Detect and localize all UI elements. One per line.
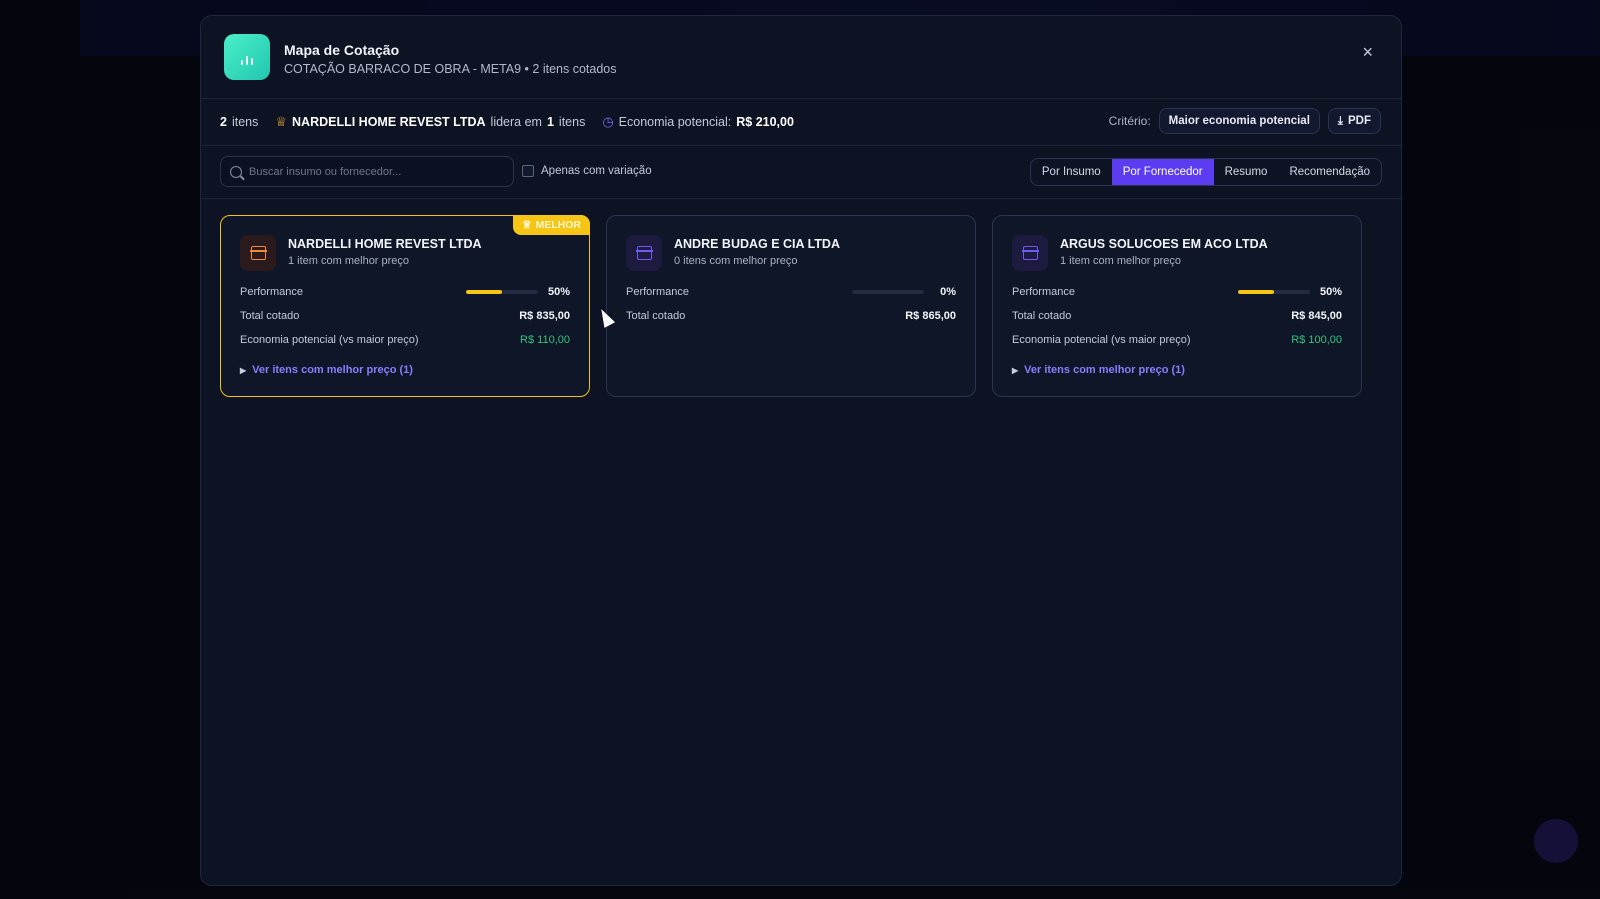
only-variation-label: Apenas com variação [541,165,652,177]
trophy-icon: ♕ [522,219,532,231]
modal-subtitle: COTAÇÃO BARRACO DE OBRA - META9 • 2 iten… [284,62,617,76]
only-variation-filter[interactable]: Apenas com variação [522,165,652,177]
performance-value: 50% [548,286,571,298]
best-badge: ♕ MELHOR [513,215,590,235]
best-items-link-label: Ver itens com melhor preço (1) [1024,364,1185,376]
economy-label: Economia potencial (vs maior preço) [240,334,419,346]
items-label: itens [231,115,259,129]
total-row: Total cotado R$ 835,00 [240,310,570,322]
supplier-name: NARDELLI HOME REVEST LTDA [288,237,482,251]
leads-in-label: lidera em [490,115,542,129]
toolbar: Apenas com variação Por Insumo Por Forne… [201,146,1401,199]
leads-items-label: itens [558,115,586,129]
total-label: Total cotado [1012,310,1072,322]
close-button[interactable]: × [1362,42,1373,63]
tab-resumo[interactable]: Resumo [1214,159,1279,185]
criteria-label: Critério: [1108,114,1151,128]
tab-por-insumo[interactable]: Por Insumo [1031,159,1112,185]
download-icon: ⤓ [1337,114,1343,127]
performance-row: Performance 50% [240,286,570,298]
total-value: R$ 845,00 [1291,310,1342,322]
modal-header: Mapa de Cotação COTAÇÃO BARRACO DE OBRA … [201,16,1401,99]
supplier-card: ANDRE BUDAG E CIA LTDA 0 itens com melho… [606,215,976,397]
supplier-subtitle: 1 item com melhor preço [1060,255,1182,267]
caret-right-icon: ▶ [240,365,247,375]
supplier-name: ANDRE BUDAG E CIA LTDA [674,237,840,251]
total-value: R$ 835,00 [519,310,570,322]
clock-icon: ◷ [602,114,614,129]
supplier-subtitle: 0 itens com melhor preço [674,255,798,267]
caret-right-icon: ▶ [1012,365,1019,375]
criteria-select[interactable]: Maior economia potencial [1158,108,1320,134]
pdf-label: PDF [1348,115,1371,127]
leads-count: 1 [546,115,554,129]
best-items-link-label: Ver itens com melhor preço (1) [252,364,413,376]
performance-label: Performance [1012,286,1075,298]
chart-icon [224,34,270,80]
supplier-card: ARGUS SOLUCOES EM ACO LTDA 1 item com me… [992,215,1362,397]
search-icon [230,165,242,178]
search-input[interactable] [249,165,499,178]
supplier-name: ARGUS SOLUCOES EM ACO LTDA [1060,237,1268,251]
stats-bar: 2 itens ♕ NARDELLI HOME REVEST LTDA lide… [201,99,1401,146]
performance-label: Performance [240,286,303,298]
total-label: Total cotado [626,310,686,322]
performance-value: 50% [1320,286,1343,298]
store-icon [626,235,662,271]
total-row: Total cotado R$ 865,00 [626,310,956,322]
leader-name: NARDELLI HOME REVEST LTDA [292,115,486,129]
total-label: Total cotado [240,310,300,322]
supplier-card: ♕ MELHOR NARDELLI HOME REVEST LTDA 1 ite… [220,215,590,397]
modal-title: Mapa de Cotação [284,42,400,58]
best-items-toggle[interactable]: ▶ Ver itens com melhor preço (1) [1012,364,1185,376]
pdf-button[interactable]: ⤓ PDF [1327,108,1381,134]
performance-row: Performance 50% [1012,286,1342,298]
supplier-subtitle: 1 item com melhor preço [288,255,410,267]
performance-bar [852,290,924,294]
performance-value: 0% [940,286,956,298]
economy-label: Economia potencial: [618,115,732,129]
best-badge-label: MELHOR [535,219,582,231]
performance-row: Performance 0% [626,286,956,298]
total-value: R$ 865,00 [905,310,956,322]
tab-por-fornecedor[interactable]: Por Fornecedor [1111,159,1214,185]
economy-row: Economia potencial (vs maior preço) R$ 1… [240,334,570,346]
store-icon [1012,235,1048,271]
performance-bar [1238,290,1310,294]
economy-value: R$ 210,00 [736,115,794,129]
trophy-icon: ♕ [275,114,288,129]
quotation-map-modal: Mapa de Cotação COTAÇÃO BARRACO DE OBRA … [200,15,1402,886]
economy-value: R$ 110,00 [520,334,570,346]
items-count: 2 [220,115,227,129]
only-variation-checkbox[interactable] [522,165,534,177]
supplier-cards: ♕ MELHOR NARDELLI HOME REVEST LTDA 1 ite… [220,215,1362,397]
search-box [220,156,514,187]
performance-label: Performance [626,286,689,298]
total-row: Total cotado R$ 845,00 [1012,310,1342,322]
store-icon [240,235,276,271]
tab-recomendacao[interactable]: Recomendação [1278,159,1381,185]
economy-label: Economia potencial (vs maior preço) [1012,334,1191,346]
economy-row: Economia potencial (vs maior preço) R$ 1… [1012,334,1342,346]
performance-bar [466,290,538,294]
economy-value: R$ 100,00 [1291,334,1342,346]
best-items-toggle[interactable]: ▶ Ver itens com melhor preço (1) [240,364,413,376]
view-tabs: Por Insumo Por Fornecedor Resumo Recomen… [1029,158,1382,186]
